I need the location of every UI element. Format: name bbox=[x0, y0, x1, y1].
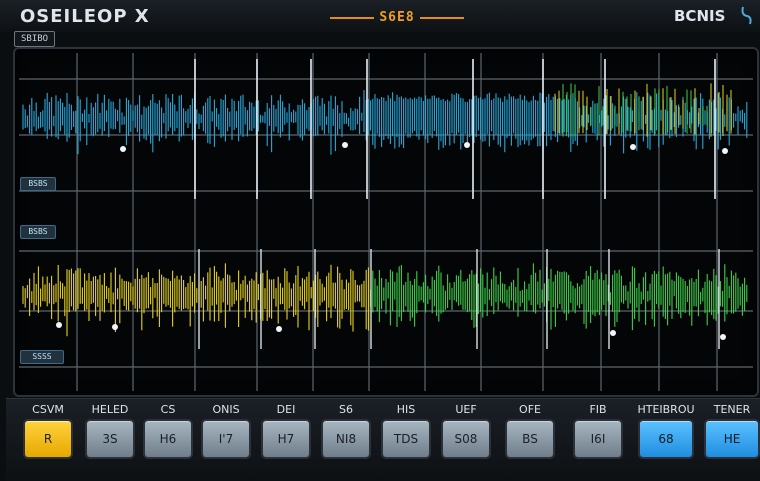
control-label: HELED bbox=[91, 403, 129, 416]
control-label: HIS bbox=[396, 403, 416, 416]
control-button[interactable]: HE bbox=[704, 419, 760, 459]
control-column: HTEIBROU 68 bbox=[634, 399, 698, 481]
control-label: OFE bbox=[519, 403, 541, 416]
top-right-label: BCNIS bbox=[674, 7, 726, 25]
readout-rule-left bbox=[330, 17, 374, 19]
trace-sublabel: SBIBO bbox=[14, 31, 56, 47]
control-button[interactable]: TDS bbox=[381, 419, 431, 459]
scope-display bbox=[13, 47, 759, 397]
center-readout: S6E8 bbox=[330, 9, 464, 25]
trace-marker bbox=[630, 144, 636, 150]
control-column: FIB I6I bbox=[566, 399, 630, 481]
control-button[interactable]: NI8 bbox=[321, 419, 371, 459]
trace-marker bbox=[56, 322, 62, 328]
wave-icon[interactable] bbox=[740, 4, 754, 26]
top-bar: OSEILEOP X S6E8 BCNIS bbox=[0, 0, 760, 32]
control-button[interactable]: H6 bbox=[143, 419, 193, 459]
trace-marker bbox=[276, 326, 282, 332]
control-label: UEF bbox=[455, 403, 477, 416]
control-column: OFE BS bbox=[498, 399, 562, 481]
control-label: DEI bbox=[276, 403, 296, 416]
readout-rule-right bbox=[420, 17, 464, 19]
trace-marker bbox=[722, 148, 728, 154]
control-label: CSVM bbox=[32, 403, 64, 416]
control-button[interactable]: I6I bbox=[573, 419, 623, 459]
control-button[interactable]: 68 bbox=[638, 419, 694, 459]
control-button[interactable]: BS bbox=[505, 419, 555, 459]
control-button[interactable]: H7 bbox=[261, 419, 311, 459]
control-label: CS bbox=[160, 403, 176, 416]
scope-canvas bbox=[19, 53, 753, 391]
control-label: ONIS bbox=[212, 403, 240, 416]
channel-tag-1[interactable]: BSBS bbox=[20, 177, 56, 191]
control-label: HTEIBROU bbox=[637, 403, 695, 416]
control-column: CSVM R bbox=[16, 399, 80, 481]
app-title: OSEILEOP X bbox=[20, 6, 150, 27]
control-panel: CSVM R HELED 3S CS H6 ONIS I'7 DEI H7 S6 NI8 HIS TDS U… bbox=[6, 398, 760, 481]
control-column: TENER HE bbox=[700, 399, 760, 481]
readout-value: S6E8 bbox=[379, 9, 415, 25]
control-button[interactable]: R bbox=[23, 419, 73, 459]
control-column: S6 NI8 bbox=[314, 399, 378, 481]
trace-marker bbox=[342, 142, 348, 148]
trace-marker bbox=[610, 330, 616, 336]
trace-marker bbox=[464, 142, 470, 148]
control-column: HELED 3S bbox=[78, 399, 142, 481]
control-button[interactable]: S08 bbox=[441, 419, 491, 459]
control-label: TENER bbox=[713, 403, 751, 416]
trace-marker bbox=[720, 334, 726, 340]
control-column: HIS TDS bbox=[374, 399, 438, 481]
channel-tag-3[interactable]: SSSS bbox=[20, 350, 64, 364]
control-column: UEF S08 bbox=[434, 399, 498, 481]
control-column: DEI H7 bbox=[254, 399, 318, 481]
control-button[interactable]: 3S bbox=[85, 419, 135, 459]
trace-marker bbox=[120, 146, 126, 152]
channel-tag-2[interactable]: BSBS bbox=[20, 225, 56, 239]
control-column: CS H6 bbox=[136, 399, 200, 481]
control-label: S6 bbox=[339, 403, 353, 416]
trace-marker bbox=[112, 324, 118, 330]
control-column: ONIS I'7 bbox=[194, 399, 258, 481]
control-button[interactable]: I'7 bbox=[201, 419, 251, 459]
control-label: FIB bbox=[589, 403, 607, 416]
